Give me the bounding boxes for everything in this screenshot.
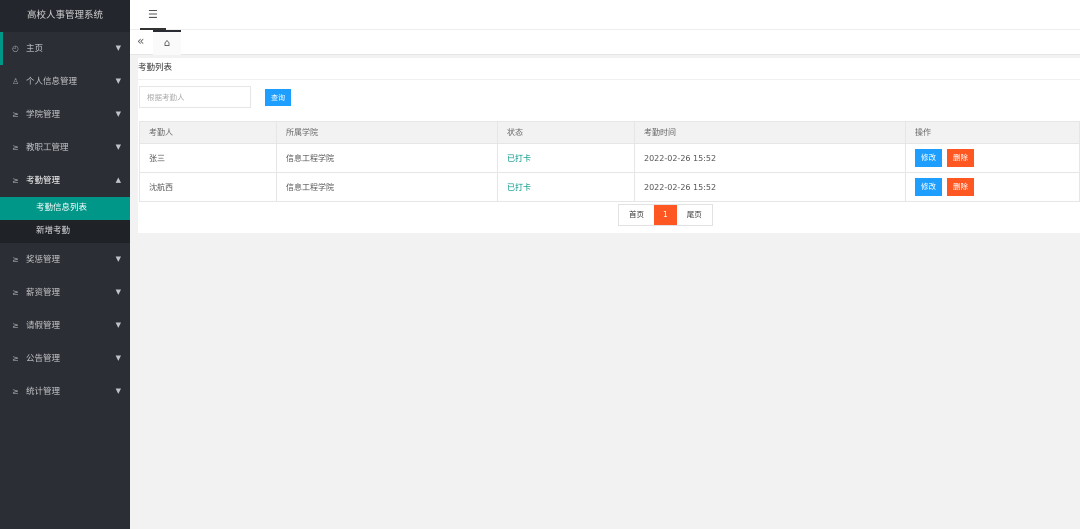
col-header-college: 所属学院 [276,121,498,144]
col-header-time: 考勤时间 [634,121,906,144]
sidebar-item-label: 学院管理 [26,110,61,120]
caret-up-icon: ▲ [115,176,121,184]
delete-button[interactable]: 删除 [947,149,974,167]
sidebar-item-label: 统计管理 [26,387,61,397]
double-chevron-left-icon[interactable]: « [137,34,144,48]
content-card: 考勤列表 查询 考勤人 所属学院 状态 考勤时间 操作 张三 信息工程学院 已打… [138,58,1080,233]
user-icon: ♙ [12,77,20,86]
cell-time: 2022-02-26 15:52 [634,172,906,202]
current-page-button[interactable]: 1 [654,205,677,225]
list-icon: ≥ [12,387,19,396]
caret-down-icon: ▼ [115,110,121,118]
dashboard-icon: ◴ [12,44,19,53]
sidebar-item-label: 主页 [26,44,44,54]
col-header-actions: 操作 [905,121,1080,144]
sidebar-item-label: 个人信息管理 [26,77,78,87]
sidebar-item-home[interactable]: ◴ 主页 ▼ [0,32,130,65]
page-title: 考勤列表 [138,58,1080,80]
sidebar-item-stats[interactable]: ≥ 统计管理 ▼ [0,375,130,408]
sidebar-item-college[interactable]: ≥ 学院管理 ▼ [0,98,130,131]
sidebar-item-leave[interactable]: ≥ 请假管理 ▼ [0,309,130,342]
caret-down-icon: ▼ [115,354,121,362]
cell-name: 沈航西 [139,172,277,202]
list-icon: ≥ [12,288,19,297]
list-icon: ≥ [12,255,19,264]
home-tab-icon[interactable]: ⌂ [153,30,181,55]
cell-status: 已打卡 [497,143,635,173]
menu-toggle-icon[interactable]: ☰ [148,8,158,21]
sidebar-item-label: 薪资管理 [26,288,61,298]
delete-button[interactable]: 删除 [947,178,974,196]
sidebar-item-profile[interactable]: ♙ 个人信息管理 ▼ [0,65,130,98]
list-icon: ≥ [12,110,19,119]
sidebar-subitem-add-attendance[interactable]: 新增考勤 [0,220,130,243]
sidebar-item-notice[interactable]: ≥ 公告管理 ▼ [0,342,130,375]
cell-time: 2022-02-26 15:52 [634,143,906,173]
caret-down-icon: ▼ [115,288,121,296]
attendance-submenu: 考勤信息列表 新增考勤 [0,197,130,243]
sidebar-item-salary[interactable]: ≥ 薪资管理 ▼ [0,276,130,309]
sidebar-item-label: 教职工管理 [26,143,69,153]
top-header: ☰ [130,0,1080,30]
edit-button[interactable]: 修改 [915,149,942,167]
cell-name: 张三 [139,143,277,173]
pagination: 首页 1 尾页 [618,204,713,226]
attendance-table: 考勤人 所属学院 状态 考勤时间 操作 张三 信息工程学院 已打卡 2022-0… [139,121,1080,202]
caret-down-icon: ▼ [115,321,121,329]
cell-actions: 修改 删除 [905,143,1080,173]
sidebar-item-label: 考勤管理 [26,176,61,186]
cell-status: 已打卡 [497,172,635,202]
sidebar-item-staff[interactable]: ≥ 教职工管理 ▼ [0,131,130,164]
list-icon: ≥ [12,176,19,185]
edit-button[interactable]: 修改 [915,178,942,196]
col-header-name: 考勤人 [139,121,277,144]
list-icon: ≥ [12,354,19,363]
sidebar-item-label: 公告管理 [26,354,61,364]
sidebar-item-rewards[interactable]: ≥ 奖惩管理 ▼ [0,243,130,276]
list-icon: ≥ [12,143,19,152]
sidebar-item-label: 请假管理 [26,321,61,331]
sidebar: 高校人事管理系统 ◴ 主页 ▼ ♙ 个人信息管理 ▼ ≥ 学院管理 ▼ ≥ 教职工管理 … [0,0,130,529]
app-title: 高校人事管理系统 [0,0,130,32]
table-row: 沈航西 信息工程学院 已打卡 2022-02-26 15:52 修改 删除 [139,172,1080,202]
cell-college: 信息工程学院 [276,172,498,202]
col-header-status: 状态 [497,121,635,144]
caret-down-icon: ▼ [115,143,121,151]
sidebar-item-label: 奖惩管理 [26,255,61,265]
table-row: 张三 信息工程学院 已打卡 2022-02-26 15:52 修改 删除 [139,143,1080,173]
caret-down-icon: ▼ [115,77,121,85]
caret-down-icon: ▼ [115,387,121,395]
main-area: ☰ « ⌂ 考勤列表 查询 考勤人 所属学院 状态 考勤时间 操作 张三 [130,0,1080,529]
cell-college: 信息工程学院 [276,143,498,173]
tab-bar: « ⌂ [130,30,1080,55]
caret-down-icon: ▼ [115,44,121,52]
sidebar-item-attendance[interactable]: ≥ 考勤管理 ▲ [0,164,130,197]
search-button[interactable]: 查询 [265,89,291,106]
table-header-row: 考勤人 所属学院 状态 考勤时间 操作 [139,121,1080,144]
list-icon: ≥ [12,321,19,330]
search-input[interactable] [139,86,251,108]
first-page-button[interactable]: 首页 [619,205,654,225]
sidebar-subitem-attendance-list[interactable]: 考勤信息列表 [0,197,130,220]
cell-actions: 修改 删除 [905,172,1080,202]
caret-down-icon: ▼ [115,255,121,263]
last-page-button[interactable]: 尾页 [676,205,712,225]
